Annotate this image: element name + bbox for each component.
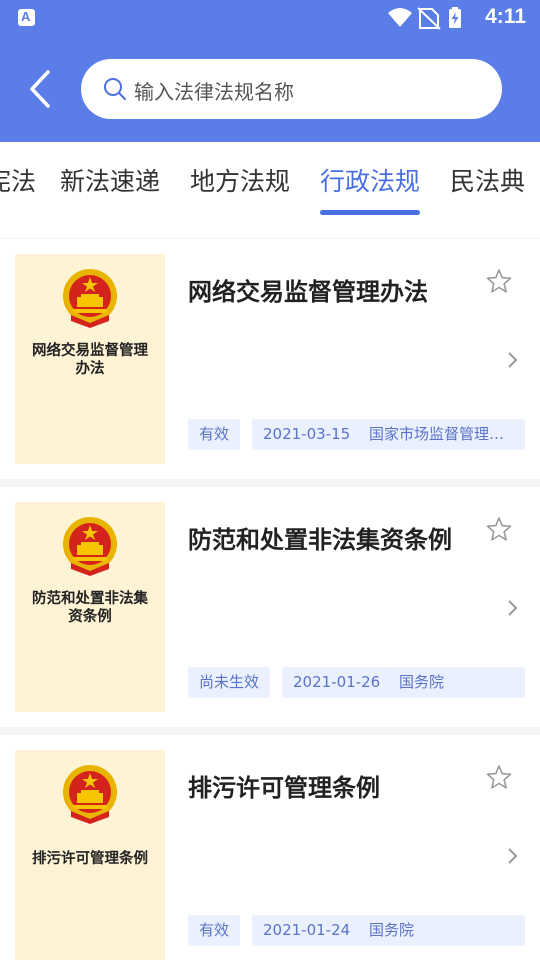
cover-title: 防范和处置非法集资条例 [32, 591, 148, 625]
status-tag: 尚未生效 [188, 667, 271, 698]
status-tag: 有效 [188, 419, 241, 450]
issuer-tag: 国务院 [388, 667, 525, 698]
chevron-right-icon [508, 352, 518, 368]
active-tab-indicator [320, 210, 420, 215]
status-tag: 有效 [188, 915, 241, 946]
cover-title: 排污许可管理条例 [32, 851, 148, 867]
date-tag: 2021-01-24 [252, 915, 362, 946]
battery-charging-icon [449, 7, 461, 28]
regulation-title: 防范和处置非法集资条例 [188, 526, 452, 554]
app-notification-icon [18, 9, 35, 26]
cover-title: 网络交易监督管理办法 [32, 343, 148, 377]
back-arrow-icon[interactable] [26, 68, 60, 110]
regulation-cover: 网络交易监督管理办法 [15, 254, 165, 464]
search-input[interactable]: 输入法律法规名称 [81, 59, 502, 119]
favorite-star-icon[interactable] [486, 516, 512, 542]
regulation-title: 排污许可管理条例 [188, 774, 380, 802]
search-icon [104, 78, 126, 100]
national-emblem-icon [63, 765, 117, 824]
issuer-tag: 国务院 [358, 915, 525, 946]
tab-civil-code[interactable]: 民法典 [450, 162, 525, 198]
national-emblem-icon [63, 269, 117, 328]
date-tag: 2021-03-15 [252, 419, 362, 450]
issuer-tag: 国家市场监督管理总... [358, 419, 525, 450]
search-placeholder: 输入法律法规名称 [134, 80, 294, 104]
status-bar: 4:11 [0, 0, 540, 36]
list-item[interactable]: 网络交易监督管理办法 网络交易监督管理办法 有效 2021-03-15 国家市场… [0, 239, 540, 479]
tab-local-regulations[interactable]: 地方法规 [190, 162, 290, 198]
status-time: 4:11 [485, 5, 526, 28]
regulation-cover: 排污许可管理条例 [15, 750, 165, 960]
status-icons [388, 7, 461, 30]
chevron-right-icon [508, 848, 518, 864]
list-item[interactable]: 防范和处置非法集资条例 防范和处置非法集资条例 尚未生效 2021-01-26 … [0, 487, 540, 727]
favorite-star-icon[interactable] [486, 764, 512, 790]
chevron-right-icon [508, 600, 518, 616]
header: 4:11 输入法律法规名称 [0, 0, 540, 142]
regulation-title: 网络交易监督管理办法 [188, 278, 428, 306]
no-sim-icon [417, 7, 441, 30]
list-item[interactable]: 排污许可管理条例 排污许可管理条例 有效 2021-01-24 国务院 [0, 735, 540, 975]
tab-administrative-regulations[interactable]: 行政法规 [320, 162, 420, 198]
category-tabs: 宪法 新法速递 地方法规 行政法规 民法典 [0, 142, 540, 238]
date-tag: 2021-01-26 [282, 667, 392, 698]
tab-new-laws[interactable]: 新法速递 [60, 162, 160, 198]
tab-constitution[interactable]: 宪法 [0, 162, 36, 198]
national-emblem-icon [63, 517, 117, 576]
wifi-icon [388, 8, 412, 27]
favorite-star-icon[interactable] [486, 268, 512, 294]
regulation-cover: 防范和处置非法集资条例 [15, 502, 165, 712]
